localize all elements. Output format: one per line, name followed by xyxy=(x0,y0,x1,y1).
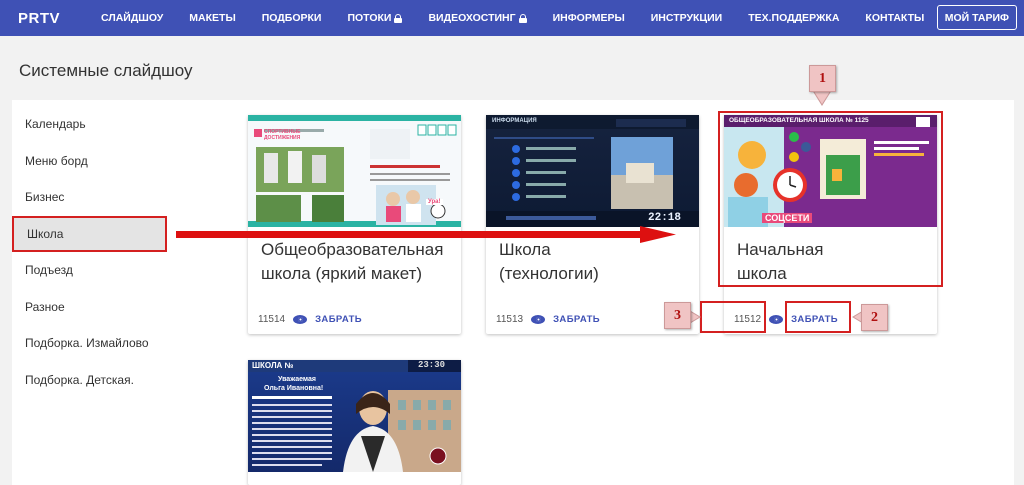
nav-slideshow[interactable]: СЛАЙДШОУ xyxy=(88,0,176,36)
logo[interactable]: PRTV xyxy=(18,10,88,27)
sidebar-item-school[interactable]: Школа xyxy=(12,215,167,252)
nav-support[interactable]: ТЕХ.ПОДДЕРЖКА xyxy=(735,0,852,36)
thumb-heading: ШКОЛА № xyxy=(252,361,294,370)
eye-icon[interactable] xyxy=(531,315,546,324)
nav-label: ИНСТРУКЦИИ xyxy=(650,12,723,24)
main-nav: СЛАЙДШОУ МАКЕТЫ ПОДБОРКИ ПОТОКИ ВИДЕОХОС… xyxy=(88,0,937,36)
card-id: 11513 xyxy=(496,314,524,325)
thumb-heading: ИНФОРМАЦИЯ xyxy=(492,118,537,124)
highlight-take-box xyxy=(785,301,851,333)
slideshow-card[interactable]: ШКОЛА № 23:30 Уважаемая Ольга Ивановна! xyxy=(248,360,461,485)
sidebar-item-menu-board[interactable]: Меню борд xyxy=(12,143,167,180)
callout-2: 2 xyxy=(861,304,888,331)
top-navbar: PRTV СЛАЙДШОУ МАКЕТЫ ПОДБОРКИ ПОТОКИ ВИД… xyxy=(0,0,1024,36)
nav-label: ВИДЕОХОСТИНГ xyxy=(428,12,516,24)
take-button[interactable]: ЗАБРАТЬ xyxy=(315,314,362,325)
nav-label: ПОДБОРКИ xyxy=(261,12,322,24)
thumb-greeting-1: Уважаемая xyxy=(278,376,316,383)
highlight-id-box xyxy=(700,301,766,333)
sidebar-item-entrance[interactable]: Подъезд xyxy=(12,252,167,289)
card-thumbnail[interactable]: СПОРТИВНЫЕ ДОСТИЖЕНИЯ Ура! xyxy=(248,115,461,227)
sidebar-item-business[interactable]: Бизнес xyxy=(12,179,167,216)
card-title: Общеобразовательная школа (яркий макет) xyxy=(261,238,443,286)
lock-icon xyxy=(518,13,527,23)
card-footer: 11513 ЗАБРАТЬ xyxy=(496,314,600,325)
nav-videohosting[interactable]: ВИДЕОХОСТИНГ xyxy=(415,0,539,36)
callout-3: 3 xyxy=(664,302,691,329)
slideshow-card[interactable]: СПОРТИВНЫЕ ДОСТИЖЕНИЯ Ура! Общеобразоват… xyxy=(248,115,461,334)
eye-icon[interactable] xyxy=(769,315,784,324)
thumb-greeting-2: Ольга Ивановна! xyxy=(264,385,324,392)
nav-label: МАКЕТЫ xyxy=(189,12,236,24)
card-footer: 11514 ЗАБРАТЬ xyxy=(258,314,362,325)
nav-collections[interactable]: ПОДБОРКИ xyxy=(249,0,335,36)
nav-label: ПОТОКИ xyxy=(347,12,392,24)
card-title-line: Школа xyxy=(499,240,551,259)
callout-1: 1 xyxy=(809,65,836,92)
my-tariff-button[interactable]: МОЙ ТАРИФ xyxy=(936,5,1017,30)
card-id: 11514 xyxy=(258,314,286,325)
thumb-clock: 22:18 xyxy=(648,212,682,224)
thumb-badge: Ура! xyxy=(426,199,443,205)
thumb-heading: СПОРТИВНЫЕ ДОСТИЖЕНИЯ xyxy=(264,129,301,141)
eye-icon[interactable] xyxy=(293,315,308,324)
nav-streams[interactable]: ПОТОКИ xyxy=(334,0,415,36)
card-title-line: (технологии) xyxy=(499,264,599,283)
card-title-line: Общеобразовательная xyxy=(261,240,444,259)
card-title-line: школа (яркий макет) xyxy=(261,264,423,283)
sidebar-item-izmailovo[interactable]: Подборка. Измайлово xyxy=(12,325,167,362)
sidebar-item-calendar[interactable]: Календарь xyxy=(12,106,167,143)
nav-contacts[interactable]: КОНТАКТЫ xyxy=(852,0,937,36)
nav-label: ИНФОРМЕРЫ xyxy=(552,12,625,24)
lock-icon xyxy=(394,13,403,23)
nav-label: СЛАЙДШОУ xyxy=(101,12,164,24)
take-button[interactable]: ЗАБРАТЬ xyxy=(553,314,600,325)
page-title: Системные слайдшоу xyxy=(19,61,193,80)
sidebar-item-misc[interactable]: Разное xyxy=(12,289,167,326)
nav-instructions[interactable]: ИНСТРУКЦИИ xyxy=(638,0,735,36)
card-title: Школа (технологии) xyxy=(499,238,599,286)
sidebar-item-kids[interactable]: Подборка. Детская. xyxy=(12,362,167,399)
highlight-card-box xyxy=(718,111,943,287)
nav-informers[interactable]: ИНФОРМЕРЫ xyxy=(540,0,638,36)
category-sidebar: Календарь Меню борд Бизнес Школа Подъезд… xyxy=(12,106,167,398)
thumb-clock: 23:30 xyxy=(418,360,446,370)
nav-label: ТЕХ.ПОДДЕРЖКА xyxy=(748,12,840,24)
nav-layouts[interactable]: МАКЕТЫ xyxy=(176,0,248,36)
card-thumbnail[interactable]: ИНФОРМАЦИЯ 22:18 xyxy=(486,115,699,227)
nav-label: КОНТАКТЫ xyxy=(865,12,925,24)
thumbnail-image xyxy=(486,115,699,227)
card-thumbnail[interactable]: ШКОЛА № 23:30 Уважаемая Ольга Ивановна! xyxy=(248,360,461,472)
